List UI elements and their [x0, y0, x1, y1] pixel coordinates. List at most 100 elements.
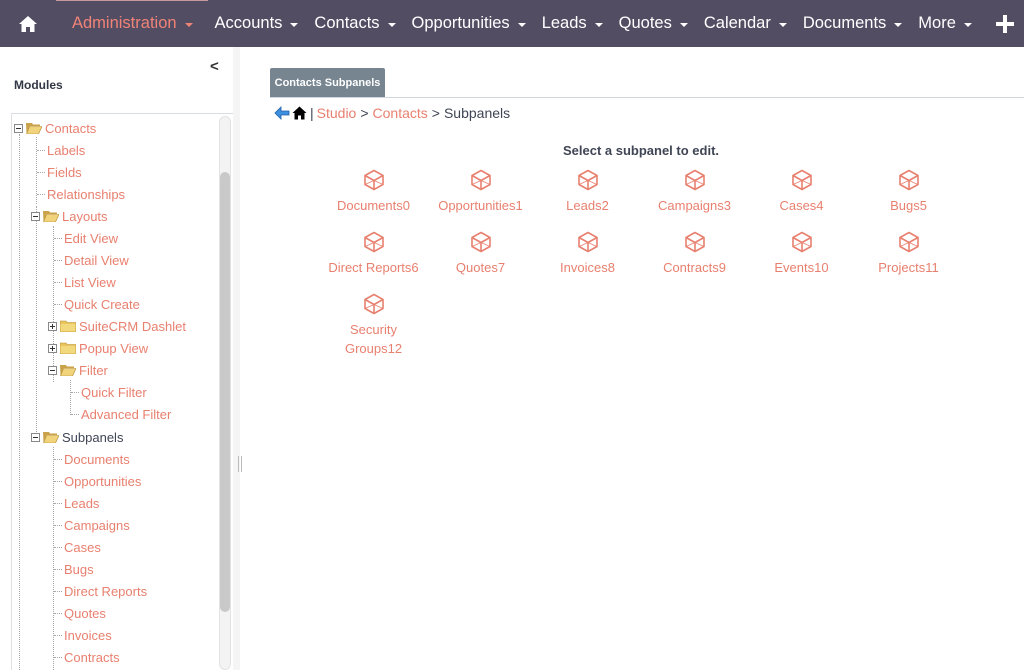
subpanel-label[interactable]: Invoices8: [534, 258, 641, 277]
tree-node-detail-view[interactable]: Detail View: [54, 250, 129, 270]
expand-icon[interactable]: [48, 343, 57, 353]
tree-label-selected[interactable]: Subpanels: [62, 430, 123, 445]
tree-link[interactable]: Opportunities: [64, 474, 141, 489]
tree-node-subpanels[interactable]: Subpanels: [31, 427, 123, 447]
tree-link[interactable]: Popup View: [79, 341, 148, 356]
tree-link[interactable]: Layouts: [62, 209, 108, 224]
tree-node-subpanel[interactable]: Campaigns: [54, 515, 130, 535]
subpanel-tile[interactable]: Campaigns3: [641, 169, 748, 215]
collapse-icon[interactable]: [31, 211, 40, 221]
subpanel-tile[interactable]: Leads2: [534, 169, 641, 215]
subpanel-tile[interactable]: Events10: [748, 231, 855, 277]
tree-link[interactable]: Quick Create: [64, 297, 140, 312]
collapse-icon[interactable]: [31, 432, 40, 442]
collapse-icon[interactable]: [14, 123, 23, 133]
tree-scrollbar[interactable]: [219, 116, 231, 670]
tree-node-list-view[interactable]: List View: [54, 272, 116, 292]
back-arrow-icon[interactable]: [274, 106, 290, 120]
tree-link[interactable]: Contracts: [64, 650, 120, 665]
tree-node-suitecrm-dashlet[interactable]: SuiteCRM Dashlet: [48, 316, 186, 336]
expand-icon[interactable]: [48, 321, 57, 331]
nav-administration[interactable]: Administration: [56, 0, 207, 47]
subpanel-label[interactable]: Leads2: [534, 196, 641, 215]
subpanel-tile[interactable]: Documents0: [320, 169, 427, 215]
tree-node-subpanel[interactable]: Direct Reports: [54, 581, 147, 601]
nav-accounts[interactable]: Accounts: [207, 0, 307, 47]
tree-node-subpanel[interactable]: Quotes: [54, 603, 106, 623]
tree-node-filter[interactable]: Filter: [48, 360, 108, 380]
tree-node-quick-create[interactable]: Quick Create: [54, 294, 140, 314]
subpanel-tile[interactable]: Bugs5: [855, 169, 962, 215]
tree-link[interactable]: Cases: [64, 540, 101, 555]
tree-node-subpanel[interactable]: Opportunities: [54, 471, 141, 491]
create-button[interactable]: [990, 0, 1020, 47]
subpanel-label[interactable]: Opportunities1: [427, 196, 534, 215]
subpanel-tile[interactable]: Direct Reports6: [320, 231, 427, 277]
nav-contacts[interactable]: Contacts: [306, 0, 403, 47]
subpanel-tile[interactable]: Quotes7: [427, 231, 534, 277]
tree-node-relationships[interactable]: Relationships: [37, 184, 125, 204]
subpanel-label[interactable]: Cases4: [748, 196, 855, 215]
subpanel-label[interactable]: Security Groups12: [320, 320, 427, 358]
tree-link[interactable]: Fields: [47, 165, 82, 180]
breadcrumb-studio-link[interactable]: Studio: [317, 105, 357, 121]
tree-link[interactable]: Contacts: [45, 121, 96, 136]
scrollbar-thumb[interactable]: [220, 172, 230, 612]
subpanel-label[interactable]: Events10: [748, 258, 855, 277]
tree-node-advanced-filter[interactable]: Advanced Filter: [71, 404, 171, 424]
tree-node-labels[interactable]: Labels: [37, 140, 85, 160]
tree-node-subpanel[interactable]: Contracts: [54, 647, 120, 667]
tree-link[interactable]: Invoices: [64, 628, 112, 643]
tree-node-subpanel[interactable]: Leads: [54, 493, 99, 513]
subpanel-label[interactable]: Campaigns3: [641, 196, 748, 215]
subpanel-tile[interactable]: Contracts9: [641, 231, 748, 277]
tree-link[interactable]: Documents: [64, 452, 130, 467]
breadcrumb-contacts-link[interactable]: Contacts: [373, 105, 428, 121]
tree-link[interactable]: Detail View: [64, 253, 129, 268]
home-icon[interactable]: [292, 106, 307, 120]
tree-link[interactable]: Campaigns: [64, 518, 130, 533]
tree-node-subpanel[interactable]: Documents: [54, 449, 130, 469]
tree-link[interactable]: Edit View: [64, 231, 118, 246]
subpanel-label[interactable]: Documents0: [320, 196, 427, 215]
subpanel-tile[interactable]: Projects11: [855, 231, 962, 277]
tree-link[interactable]: Quick Filter: [81, 385, 147, 400]
nav-quotes[interactable]: Quotes: [611, 0, 696, 47]
subpanel-label[interactable]: Direct Reports6: [320, 258, 427, 277]
home-button[interactable]: [0, 0, 56, 47]
tree-node-quick-filter[interactable]: Quick Filter: [71, 382, 147, 402]
subpanel-label[interactable]: Bugs5: [855, 196, 962, 215]
nav-opportunities[interactable]: Opportunities: [404, 0, 534, 47]
collapse-sidebar-button[interactable]: <: [210, 58, 219, 75]
nav-documents[interactable]: Documents: [795, 0, 910, 47]
tree-link[interactable]: Quotes: [64, 606, 106, 621]
collapse-icon[interactable]: [48, 365, 57, 375]
tree-link[interactable]: Relationships: [47, 187, 125, 202]
tree-link[interactable]: List View: [64, 275, 116, 290]
tree-link[interactable]: Leads: [64, 496, 99, 511]
nav-calendar[interactable]: Calendar: [696, 0, 795, 47]
tree-link[interactable]: Bugs: [64, 562, 94, 577]
tree-node-subpanel[interactable]: Cases: [54, 537, 101, 557]
tree-node-edit-view[interactable]: Edit View: [54, 228, 118, 248]
tree-node-subpanel[interactable]: Invoices: [54, 625, 112, 645]
tree-node-layouts[interactable]: Layouts: [31, 206, 108, 226]
tree-node-popup-view[interactable]: Popup View: [48, 338, 148, 358]
tree-link[interactable]: SuiteCRM Dashlet: [79, 319, 186, 334]
tab-contacts-subpanels[interactable]: Contacts Subpanels: [270, 68, 385, 97]
tree-node-subpanel[interactable]: Bugs: [54, 559, 94, 579]
subpanel-tile[interactable]: Opportunities1: [427, 169, 534, 215]
tree-link[interactable]: Direct Reports: [64, 584, 147, 599]
tree-link[interactable]: Advanced Filter: [81, 407, 171, 422]
nav-more[interactable]: More: [910, 0, 980, 47]
subpanel-label[interactable]: Projects11: [855, 258, 962, 277]
tree-link[interactable]: Filter: [79, 363, 108, 378]
tree-link[interactable]: Labels: [47, 143, 85, 158]
nav-leads[interactable]: Leads: [534, 0, 611, 47]
tree-node-contacts[interactable]: Contacts: [14, 118, 96, 138]
subpanel-tile[interactable]: Invoices8: [534, 231, 641, 277]
subpanel-label[interactable]: Quotes7: [427, 258, 534, 277]
subpanel-tile[interactable]: Cases4: [748, 169, 855, 215]
subpanel-tile[interactable]: Security Groups12: [320, 293, 427, 358]
tree-node-fields[interactable]: Fields: [37, 162, 82, 182]
